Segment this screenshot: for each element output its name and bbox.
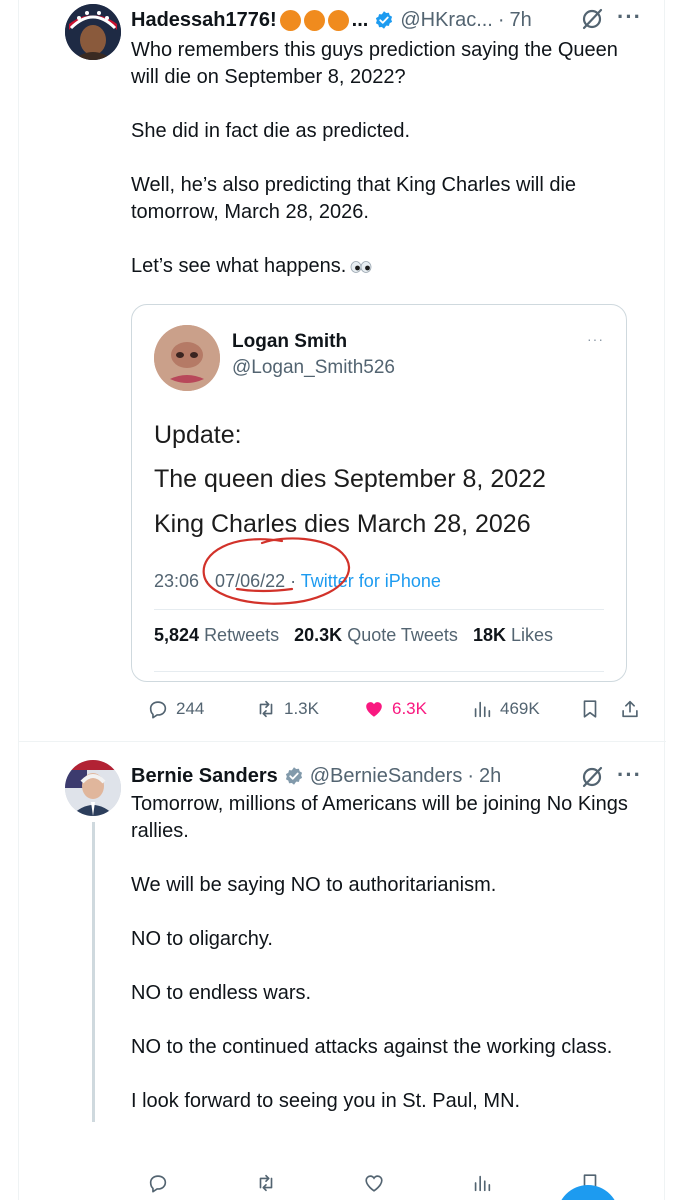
separator: ·	[497, 9, 505, 31]
reply-icon	[149, 701, 167, 719]
tweet-header: Hadessah1776! ... @HKrac... · 7h	[131, 8, 651, 32]
red-circle-annotation	[202, 537, 351, 605]
retweet-button[interactable]: 1.3K	[255, 698, 319, 720]
tweet-paragraph: She did in fact die as predicted.	[131, 120, 411, 142]
handle[interactable]: @HKrac...	[400, 8, 493, 32]
retweet-count: 1.3K	[284, 699, 319, 718]
separator: ·	[467, 765, 475, 787]
quoted-avatar-image	[154, 325, 220, 391]
tweet-paragraph: Let’s see what happens.	[131, 253, 641, 280]
tweet-hadessah[interactable]: Hadessah1776! ... @HKrac... · 7h ··· Who…	[19, 0, 666, 742]
like-button[interactable]	[363, 1172, 385, 1194]
quoted-divider-bottom	[154, 671, 604, 672]
views-button[interactable]: 469K	[471, 698, 540, 720]
avatar[interactable]	[65, 760, 121, 816]
reply-count: 244	[176, 699, 205, 718]
display-name[interactable]: Hadessah1776!	[131, 8, 277, 32]
tweet-text: Who remembers this guys prediction sayin…	[131, 37, 641, 280]
orange-emoji	[279, 9, 301, 31]
heart-filled-icon	[366, 702, 382, 717]
views-button[interactable]	[471, 1172, 493, 1194]
views-count: 469K	[500, 699, 540, 718]
tweet-paragraph: NO to the continued attacks against the …	[131, 1036, 613, 1058]
quoted-likes-label: Likes	[510, 625, 554, 645]
quoted-line-queen: The queen dies September 8, 2022	[154, 465, 546, 493]
reply-button[interactable]	[147, 1172, 169, 1194]
quoted-avatar	[154, 325, 220, 391]
retweet-icon	[259, 700, 273, 718]
quoted-retweets-label: Retweets	[204, 625, 280, 645]
bookmark-icon	[583, 700, 597, 718]
tweet-text: Tomorrow, millions of Americans will be …	[131, 791, 641, 1115]
share-button[interactable]	[619, 698, 641, 720]
tweet-paragraph: Who remembers this guys prediction sayin…	[131, 39, 618, 88]
grok-icon[interactable]	[579, 764, 605, 790]
tweet-actions: 244 1.3K 6.3K 469K	[131, 698, 641, 728]
verified-badge-icon	[285, 767, 302, 785]
tweet-paragraph: I look forward to seeing you in St. Paul…	[131, 1090, 521, 1112]
quoted-update-label: Update:	[154, 421, 242, 449]
tweet-paragraph: Well, he’s also predicting that King Cha…	[131, 174, 577, 223]
handle[interactable]: @BernieSanders	[310, 764, 463, 788]
views-chart-icon	[474, 701, 491, 718]
tweet-paragraph: NO to oligarchy.	[131, 928, 273, 950]
tweet-paragraph: Tomorrow, millions of Americans will be …	[131, 793, 628, 842]
retweet-button[interactable]	[255, 1172, 277, 1194]
timestamp[interactable]: 2h	[479, 764, 501, 788]
quoted-handle: @Logan_Smith526	[232, 357, 395, 378]
tweet-paragraph: NO to endless wars.	[131, 982, 312, 1004]
timestamp[interactable]: 7h	[510, 8, 532, 32]
quoted-quotes-count: 20.3K	[294, 625, 343, 645]
tweet-paragraph: We will be saying NO to authoritarianism…	[131, 874, 497, 896]
timeline: Hadessah1776! ... @HKrac... · 7h ··· Who…	[18, 0, 666, 1200]
quoted-stats: 5,824 Retweets 20.3K Quote Tweets 18K Li…	[154, 625, 553, 646]
like-count: 6.3K	[392, 699, 427, 718]
name-ellipsis: ...	[351, 9, 369, 31]
verified-badge-icon	[376, 11, 393, 29]
display-name[interactable]: Bernie Sanders	[131, 764, 278, 788]
like-button[interactable]: 6.3K	[363, 698, 427, 720]
more-options-icon[interactable]: ···	[617, 762, 642, 788]
orange-emoji	[327, 9, 349, 31]
quoted-retweets-count: 5,824	[154, 625, 200, 645]
quoted-display-name: Logan Smith	[232, 331, 348, 352]
bookmark-button[interactable]	[579, 698, 601, 720]
share-icon	[622, 700, 638, 718]
tweet-header: Bernie Sanders @BernieSanders · 2h	[131, 764, 651, 788]
avatar[interactable]	[65, 4, 121, 60]
quoted-screenshot-card[interactable]: Logan Smith @Logan_Smith526 ··· Update: …	[131, 304, 627, 682]
reply-button[interactable]: 244	[147, 698, 204, 720]
avatar-image	[65, 4, 121, 60]
retweet-icon	[259, 1174, 273, 1192]
tweet-paragraph-text: Let’s see what happens.	[131, 255, 347, 277]
thread-line	[92, 822, 95, 1122]
heart-outline-icon	[365, 1175, 383, 1192]
quoted-divider	[154, 609, 604, 610]
more-options-icon[interactable]: ···	[617, 4, 642, 30]
views-chart-icon	[474, 1175, 491, 1192]
eyes-emoji-icon	[350, 260, 372, 273]
orange-emoji	[303, 9, 325, 31]
quoted-more-icon: ···	[587, 331, 604, 347]
avatar-image	[65, 760, 121, 816]
quoted-quotes-label: Quote Tweets	[347, 625, 458, 645]
reply-icon	[149, 1175, 167, 1193]
grok-icon[interactable]	[579, 6, 605, 32]
quoted-likes-count: 18K	[472, 625, 506, 645]
